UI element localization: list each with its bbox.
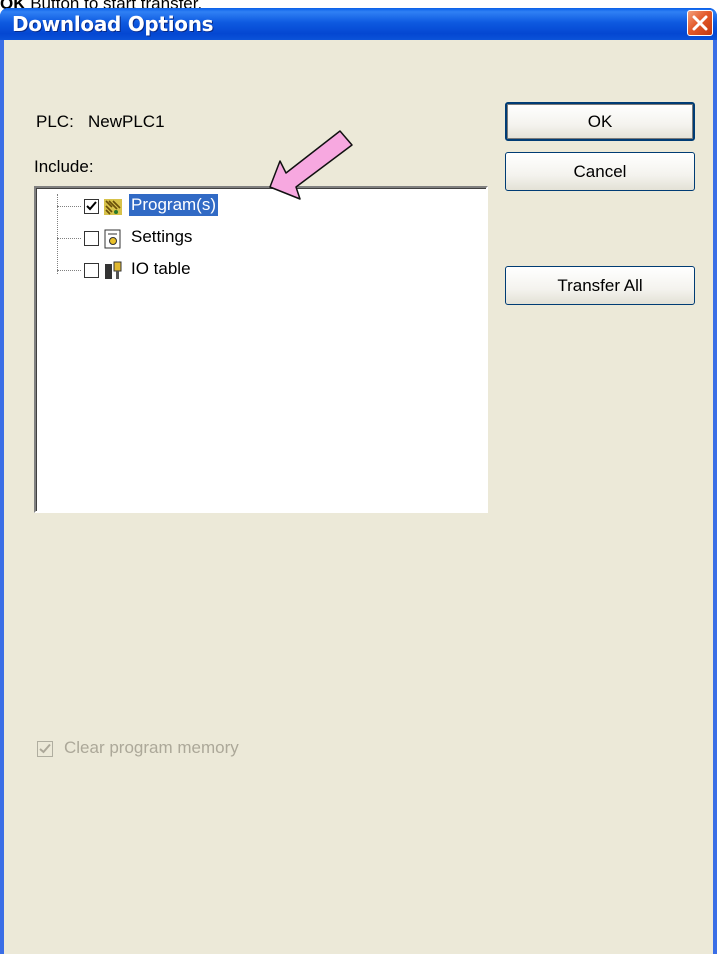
close-icon bbox=[692, 15, 708, 31]
title-bar[interactable]: Download Options bbox=[0, 8, 717, 40]
transfer-all-button[interactable]: Transfer All bbox=[505, 266, 695, 305]
tree-branch bbox=[57, 270, 81, 271]
io-table-icon bbox=[105, 261, 122, 279]
pointer-arrow-annotation bbox=[269, 130, 353, 200]
program-icon bbox=[104, 199, 122, 215]
include-tree[interactable]: Program(s) Settings IO table bbox=[34, 186, 488, 513]
include-label: Include: bbox=[34, 157, 94, 176]
tree-item-programs[interactable]: Program(s) bbox=[36, 193, 296, 223]
tree-item-io-table[interactable]: IO table bbox=[36, 257, 296, 287]
tree-branch bbox=[57, 206, 81, 207]
clear-memory-checkbox bbox=[37, 741, 53, 757]
io-table-checkbox[interactable] bbox=[84, 263, 99, 278]
tree-item-label: Settings bbox=[131, 227, 193, 246]
plc-name: NewPLC1 bbox=[88, 112, 165, 131]
ok-button[interactable]: OK bbox=[505, 102, 695, 141]
download-options-dialog: Download Options PLC: NewPLC1 Include: P… bbox=[0, 8, 717, 954]
plc-label: PLC: bbox=[36, 112, 74, 131]
dialog-body: PLC: NewPLC1 Include: Program(s) Setting… bbox=[4, 40, 713, 954]
settings-checkbox[interactable] bbox=[84, 231, 99, 246]
tree-item-settings[interactable]: Settings bbox=[36, 225, 296, 255]
tree-item-label: IO table bbox=[131, 259, 191, 278]
check-icon bbox=[39, 743, 51, 754]
cancel-button[interactable]: Cancel bbox=[505, 152, 695, 191]
settings-icon bbox=[104, 229, 121, 249]
clear-memory-label: Clear program memory bbox=[64, 738, 239, 757]
window-title: Download Options bbox=[12, 12, 214, 36]
close-button[interactable] bbox=[687, 10, 713, 36]
tree-branch bbox=[57, 238, 81, 239]
check-icon bbox=[86, 201, 97, 211]
tree-item-label: Program(s) bbox=[127, 193, 220, 217]
programs-checkbox[interactable] bbox=[84, 199, 99, 214]
